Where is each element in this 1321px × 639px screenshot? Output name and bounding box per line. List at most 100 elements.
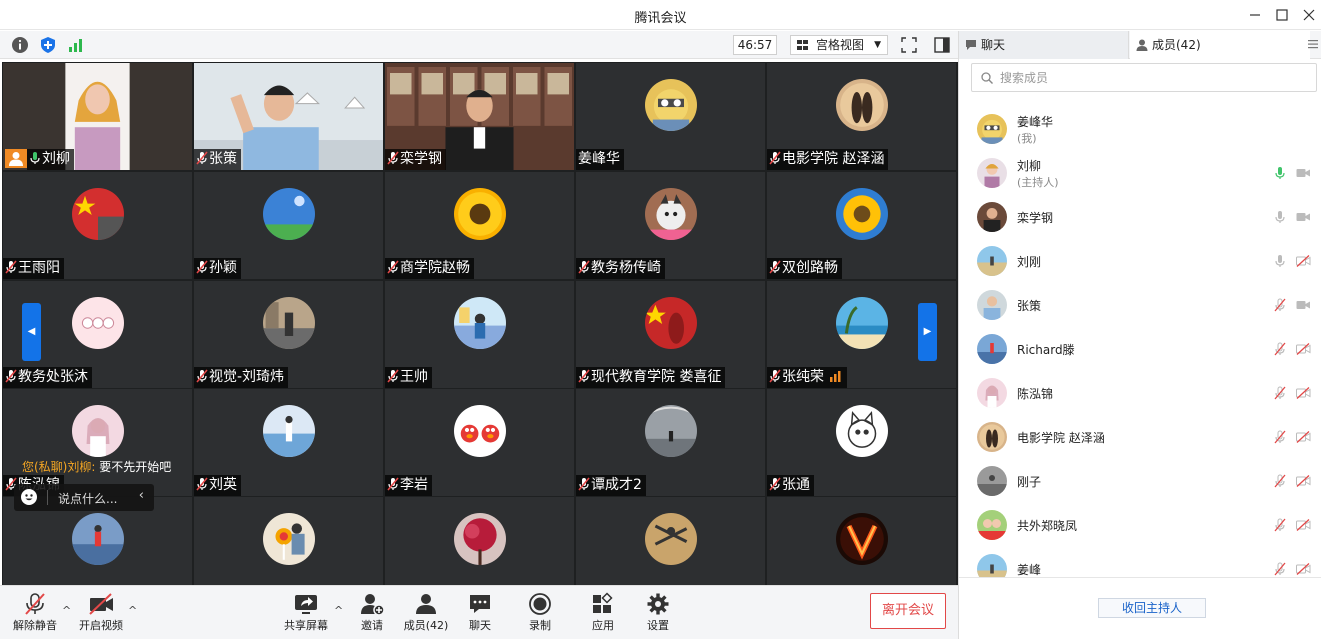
camera-off-icon[interactable] — [1296, 255, 1311, 267]
participant-name-bar: 谭成才2 — [576, 475, 646, 496]
share-options-caret-icon[interactable]: ^ — [334, 604, 343, 617]
participant-tile[interactable]: 孙颖 — [194, 172, 383, 279]
reclaim-host-button[interactable]: 收回主持人 — [1098, 598, 1206, 618]
meeting-timer: 46:57 — [733, 35, 777, 55]
participant-tile[interactable]: 商学院赵畅 — [385, 172, 574, 279]
view-mode-select[interactable]: 宫格视图 ▼ — [790, 35, 888, 55]
participant-name-bar: 张纯荣 — [767, 367, 847, 388]
participant-tile[interactable]: 电影学院 赵泽涵 — [767, 63, 956, 170]
participant-tile[interactable]: 刘柳 — [3, 63, 192, 170]
camera-off-icon[interactable] — [1296, 343, 1311, 355]
member-row[interactable]: Richard滕 — [959, 327, 1321, 371]
unmute-button[interactable]: 解除静音 — [10, 590, 60, 638]
mic-muted-icon[interactable] — [1274, 518, 1286, 532]
private-chat-popup[interactable]: 您(私聊)刘柳: 要不先开始吧 — [22, 458, 171, 477]
mic-muted-icon[interactable] — [1274, 562, 1286, 576]
camera-off-icon[interactable] — [1296, 563, 1311, 575]
participant-tile[interactable] — [194, 497, 383, 585]
chat-button[interactable]: 聊天 — [462, 590, 498, 638]
participant-name-bar: 姜峰华 — [576, 149, 624, 170]
member-row[interactable]: 姜峰 — [959, 547, 1321, 577]
mic-muted-icon[interactable] — [1274, 342, 1286, 356]
info-icon[interactable] — [11, 36, 29, 54]
panel-menu-icon[interactable] — [1308, 39, 1318, 49]
participant-tile[interactable]: 张通 — [767, 389, 956, 496]
member-row[interactable]: 姜峰华 (我) — [959, 107, 1321, 151]
mic-muted-icon[interactable] — [1274, 430, 1286, 444]
chat-popup-sender: 您(私聊)刘柳: — [22, 460, 96, 474]
maximize-icon[interactable] — [1271, 4, 1293, 26]
mic-icon[interactable] — [1274, 254, 1286, 268]
member-row[interactable]: 刘刚 — [959, 239, 1321, 283]
network-signal-icon[interactable] — [67, 36, 85, 54]
member-row[interactable]: 刚子 — [959, 459, 1321, 503]
participant-tile[interactable]: 姜峰华 — [576, 63, 765, 170]
record-button[interactable]: 录制 — [522, 590, 558, 638]
camera-icon[interactable] — [1296, 211, 1311, 223]
apps-button[interactable]: 应用 — [585, 590, 621, 638]
quick-chat-input[interactable]: 说点什么... ‹ — [14, 484, 154, 511]
toggle-sidebar-icon[interactable] — [933, 36, 951, 54]
member-row[interactable]: 陈泓锦 — [959, 371, 1321, 415]
participant-tile[interactable]: 教务杨传崎 — [576, 172, 765, 279]
members-list: 姜峰华 (我) 刘柳 (主持人) 栾学钢 刘刚 张策 Richard滕 陈泓锦 电影学院 赵泽涵刚… — [959, 107, 1321, 577]
camera-off-icon — [89, 593, 113, 615]
participant-tile[interactable]: 栾学钢 — [385, 63, 574, 170]
mic-muted-icon[interactable] — [1274, 474, 1286, 488]
tab-members-label: 成员(42) — [1152, 38, 1201, 52]
minimize-icon[interactable] — [1244, 4, 1266, 26]
chevron-left-icon[interactable]: ‹ — [139, 488, 144, 503]
participant-tile[interactable]: 王帅 — [385, 281, 574, 388]
participant-tile[interactable]: 双创路畅 — [767, 172, 956, 279]
window-title: 腾讯会议 — [634, 11, 687, 26]
participant-tile[interactable] — [576, 497, 765, 585]
participant-tile[interactable]: 张策 — [194, 63, 383, 170]
emoji-icon[interactable] — [21, 489, 37, 505]
mic-muted-icon[interactable] — [1274, 386, 1286, 400]
start-video-button[interactable]: 开启视频 — [76, 590, 126, 638]
camera-off-icon[interactable] — [1296, 387, 1311, 399]
participant-tile[interactable]: 李岩 — [385, 389, 574, 496]
share-screen-button[interactable]: 共享屏幕 — [280, 590, 332, 638]
participant-tile[interactable]: 现代教育学院 娄喜征 — [576, 281, 765, 388]
fullscreen-icon[interactable] — [900, 36, 918, 54]
member-search-input[interactable] — [1000, 68, 1300, 88]
camera-icon[interactable] — [1296, 299, 1311, 311]
tab-chat[interactable]: 聊天 — [959, 31, 1129, 59]
members-button[interactable]: 成员(42) — [402, 590, 450, 638]
close-icon[interactable] — [1298, 4, 1320, 26]
member-row[interactable]: 刘柳 (主持人) — [959, 151, 1321, 195]
participant-tile[interactable]: 视觉-刘琦炜 — [194, 281, 383, 388]
member-row[interactable]: 张策 — [959, 283, 1321, 327]
leave-meeting-button[interactable]: 离开会议 — [870, 593, 946, 629]
page-next-icon[interactable]: ▶ — [918, 303, 937, 361]
mic-icon[interactable] — [1274, 166, 1286, 180]
participant-name-bar: 电影学院 赵泽涵 — [767, 149, 889, 170]
participant-tile[interactable]: 王雨阳 — [3, 172, 192, 279]
security-shield-icon[interactable] — [39, 36, 57, 54]
invite-button[interactable]: 邀请 — [354, 590, 390, 638]
camera-off-icon[interactable] — [1296, 475, 1311, 487]
video-options-caret-icon[interactable]: ^ — [128, 604, 137, 617]
camera-off-icon[interactable] — [1296, 431, 1311, 443]
participant-name: 王雨阳 — [18, 260, 60, 276]
participant-tile[interactable] — [385, 497, 574, 585]
tab-members[interactable]: 成员(42) — [1130, 31, 1310, 59]
page-prev-icon[interactable]: ◀ — [22, 303, 41, 361]
participant-tile[interactable] — [767, 497, 956, 585]
camera-off-icon[interactable] — [1296, 519, 1311, 531]
participant-tile[interactable]: 刘英 — [194, 389, 383, 496]
camera-icon[interactable] — [1296, 167, 1311, 179]
audio-options-caret-icon[interactable]: ^ — [62, 604, 71, 617]
record-icon — [529, 593, 551, 615]
share-screen-label: 共享屏幕 — [284, 619, 328, 632]
mic-muted-icon[interactable] — [1274, 298, 1286, 312]
member-row[interactable]: 电影学院 赵泽涵 — [959, 415, 1321, 459]
participant-name: 商学院赵畅 — [400, 260, 470, 276]
participant-tile[interactable]: 谭成才2 — [576, 389, 765, 496]
mic-icon[interactable] — [1274, 210, 1286, 224]
settings-button[interactable]: 设置 — [640, 590, 676, 638]
member-row[interactable]: 栾学钢 — [959, 195, 1321, 239]
participant-name: 孙颖 — [209, 260, 237, 276]
member-row[interactable]: 共外郑晓凤 — [959, 503, 1321, 547]
